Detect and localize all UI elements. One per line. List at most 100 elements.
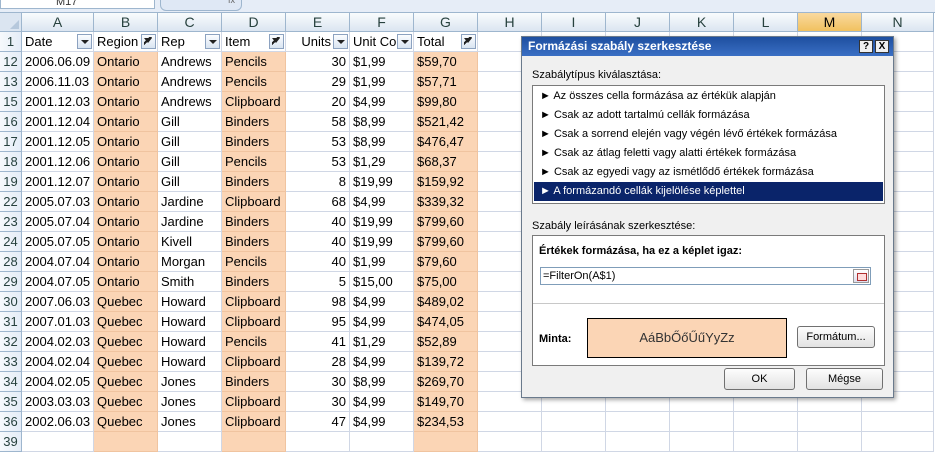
table-cell[interactable]: $4,99 (350, 192, 414, 212)
row-header[interactable]: 23 (0, 212, 22, 232)
table-cell[interactable]: $19,99 (350, 212, 414, 232)
table-cell[interactable]: 28 (286, 352, 350, 372)
header-cell[interactable]: Date (22, 32, 94, 52)
table-cell[interactable]: 95 (286, 312, 350, 332)
table-cell[interactable]: Clipboard (222, 312, 286, 332)
table-cell[interactable]: 2001.12.06 (22, 152, 94, 172)
table-cell[interactable]: Clipboard (222, 352, 286, 372)
rule-type-item[interactable]: ► Csak a sorrend elején vagy végén lévő … (534, 125, 883, 144)
table-cell[interactable]: 30 (286, 372, 350, 392)
table-cell[interactable]: Quebec (94, 352, 158, 372)
table-cell[interactable]: Ontario (94, 72, 158, 92)
table-cell[interactable]: 68 (286, 192, 350, 212)
table-cell[interactable]: Pencils (222, 152, 286, 172)
table-cell[interactable]: 2007.01.03 (22, 312, 94, 332)
close-button[interactable]: X (875, 40, 889, 53)
row-header[interactable]: 36 (0, 412, 22, 432)
table-cell[interactable]: Binders (222, 272, 286, 292)
row-header[interactable]: 29 (0, 272, 22, 292)
table-cell[interactable]: $1,99 (350, 252, 414, 272)
table-cell[interactable]: $1,29 (350, 152, 414, 172)
column-header-j[interactable]: J (606, 13, 670, 32)
column-header-m[interactable]: M (798, 13, 862, 32)
table-cell[interactable]: Quebec (94, 312, 158, 332)
column-header-c[interactable]: C (158, 13, 222, 32)
formula-input[interactable]: =FilterOn(A$1) (540, 267, 871, 285)
table-cell[interactable] (158, 432, 222, 452)
column-header-i[interactable]: I (542, 13, 606, 32)
table-cell[interactable]: $19,99 (350, 232, 414, 252)
table-cell[interactable] (22, 432, 94, 452)
header-cell[interactable]: Rep (158, 32, 222, 52)
name-box[interactable]: M17 (0, 0, 155, 9)
column-header-h[interactable]: H (478, 13, 542, 32)
table-cell[interactable]: Ontario (94, 272, 158, 292)
table-cell[interactable]: $15,00 (350, 272, 414, 292)
rule-type-item[interactable]: ► Csak az egyedi vagy az ismétlődő érték… (534, 163, 883, 182)
row-header[interactable]: 35 (0, 392, 22, 412)
table-cell[interactable]: Ontario (94, 172, 158, 192)
table-cell[interactable] (606, 432, 670, 452)
table-cell[interactable]: $4,99 (350, 292, 414, 312)
table-cell[interactable]: 2004.07.05 (22, 272, 94, 292)
table-cell[interactable]: Jones (158, 392, 222, 412)
table-cell[interactable]: 2004.02.03 (22, 332, 94, 352)
column-header-d[interactable]: D (222, 13, 286, 32)
table-cell[interactable]: $799,60 (414, 212, 478, 232)
table-cell[interactable]: Binders (222, 132, 286, 152)
row-header[interactable]: 12 (0, 52, 22, 72)
rule-type-item[interactable]: ► Csak az adott tartalmú cellák formázás… (534, 106, 883, 125)
table-cell[interactable]: Binders (222, 372, 286, 392)
row-header[interactable]: 30 (0, 292, 22, 312)
row-header[interactable]: 28 (0, 252, 22, 272)
filter-dropdown-icon[interactable] (333, 34, 348, 49)
table-cell[interactable] (94, 432, 158, 452)
table-cell[interactable]: 2005.07.05 (22, 232, 94, 252)
table-cell[interactable]: $1,99 (350, 52, 414, 72)
row-header[interactable]: 18 (0, 152, 22, 172)
table-cell[interactable]: $75,00 (414, 272, 478, 292)
table-cell[interactable]: Andrews (158, 92, 222, 112)
table-cell[interactable]: Gill (158, 172, 222, 192)
table-cell[interactable]: Gill (158, 152, 222, 172)
table-cell[interactable]: Howard (158, 312, 222, 332)
table-cell[interactable]: 2007.06.03 (22, 292, 94, 312)
table-cell[interactable]: Pencils (222, 252, 286, 272)
table-cell[interactable]: 2006.06.09 (22, 52, 94, 72)
table-cell[interactable] (862, 412, 934, 432)
table-cell[interactable]: 2001.12.05 (22, 132, 94, 152)
table-cell[interactable]: 58 (286, 112, 350, 132)
row-header[interactable]: 33 (0, 352, 22, 372)
filter-active-icon[interactable] (461, 34, 476, 49)
rule-type-item[interactable]: ► Az összes cella formázása az értékük a… (534, 87, 883, 106)
column-header-g[interactable]: G (414, 13, 478, 32)
table-cell[interactable]: 2004.07.04 (22, 252, 94, 272)
table-cell[interactable]: $269,70 (414, 372, 478, 392)
table-cell[interactable] (606, 412, 670, 432)
table-cell[interactable] (350, 432, 414, 452)
column-header-f[interactable]: F (350, 13, 414, 32)
table-cell[interactable]: Ontario (94, 232, 158, 252)
table-cell[interactable]: Howard (158, 292, 222, 312)
column-header-k[interactable]: K (670, 13, 734, 32)
table-cell[interactable]: 53 (286, 152, 350, 172)
table-cell[interactable] (670, 432, 734, 452)
table-cell[interactable]: $57,71 (414, 72, 478, 92)
table-cell[interactable]: $8,99 (350, 372, 414, 392)
table-cell[interactable]: Gill (158, 112, 222, 132)
table-cell[interactable]: 98 (286, 292, 350, 312)
rule-type-list[interactable]: ► Az összes cella formázása az értékük a… (532, 85, 885, 204)
table-cell[interactable] (222, 432, 286, 452)
column-header-n[interactable]: N (862, 13, 934, 32)
function-wizard-button[interactable]: fx (160, 0, 242, 11)
table-cell[interactable]: $234,53 (414, 412, 478, 432)
table-cell[interactable]: Quebec (94, 332, 158, 352)
table-cell[interactable]: Andrews (158, 52, 222, 72)
table-cell[interactable]: $489,02 (414, 292, 478, 312)
table-cell[interactable]: $59,70 (414, 52, 478, 72)
header-cell[interactable]: Units (286, 32, 350, 52)
row-header[interactable]: 22 (0, 192, 22, 212)
table-cell[interactable] (798, 412, 862, 432)
table-cell[interactable]: 5 (286, 272, 350, 292)
table-cell[interactable]: 2004.02.04 (22, 352, 94, 372)
